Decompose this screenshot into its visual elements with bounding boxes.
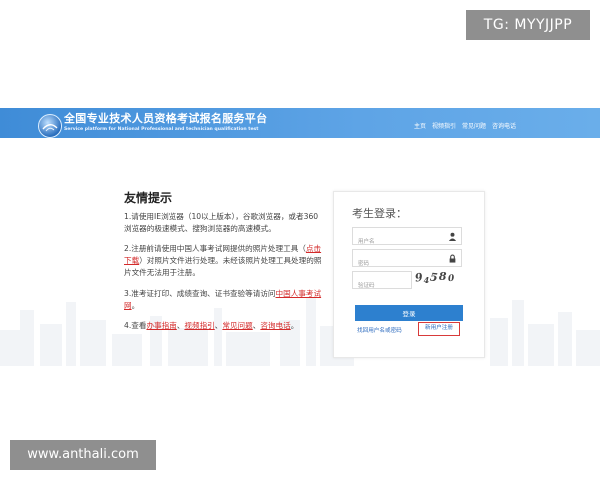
site-title: 全国专业技术人员资格考试报名服务平台 bbox=[64, 112, 268, 125]
tip-3-text-a: 3.准考证打印、成绩查询、证书查验等请访问 bbox=[124, 289, 276, 298]
nav-hotline[interactable]: 咨询电话 bbox=[492, 121, 516, 130]
tip-4: 4.查看办事指南、视频指引、常见问题、咨询电话。 bbox=[124, 320, 324, 332]
top-nav: 主页 视频指引 常见问题 咨询电话 bbox=[414, 121, 516, 130]
faq-link[interactable]: 常见问题 bbox=[222, 321, 252, 330]
password-field bbox=[352, 249, 462, 272]
tip-3: 3.准考证打印、成绩查询、证书查验等请访问中国人事考试网。 bbox=[124, 288, 324, 312]
tip-2-text-b: ）对照片文件进行处理。未经该照片处理工具处理的照片文件无法用于注册。 bbox=[124, 256, 322, 277]
guide-link[interactable]: 办事指南 bbox=[146, 321, 176, 330]
video-guide-link[interactable]: 视频指引 bbox=[184, 321, 214, 330]
tips-title: 友情提示 bbox=[124, 191, 173, 205]
nav-faq[interactable]: 常见问题 bbox=[462, 121, 486, 130]
tip-2-text-a: 2.注册前请使用中国人事考试网提供的照片处理工具（ bbox=[124, 244, 306, 253]
lock-icon bbox=[449, 254, 456, 263]
login-title: 考生登录： bbox=[352, 207, 407, 220]
logo-icon bbox=[38, 114, 62, 138]
site-subtitle: Service platform for National Profession… bbox=[64, 127, 259, 132]
tip-1: 1.请使用IE浏览器（10以上版本），谷歌浏览器，或者360浏览器的极速模式、搜… bbox=[124, 212, 319, 233]
register-link[interactable]: 新用户注册 bbox=[418, 322, 460, 336]
username-input[interactable] bbox=[353, 234, 443, 250]
nav-home[interactable]: 主页 bbox=[414, 121, 426, 130]
captcha-field bbox=[352, 271, 412, 294]
user-icon bbox=[448, 232, 457, 241]
tip-4-text-a: 4.查看 bbox=[124, 321, 147, 330]
username-field bbox=[352, 227, 462, 250]
tip-2: 2.注册前请使用中国人事考试网提供的照片处理工具（点击下载）对照片文件进行处理。… bbox=[124, 243, 324, 279]
password-input[interactable] bbox=[353, 256, 443, 272]
captcha-image[interactable]: 94580 bbox=[414, 270, 461, 293]
captcha-char: 8 bbox=[438, 270, 448, 283]
captcha-char: 0 bbox=[447, 273, 456, 285]
watermark-bottom: www.anthali.com bbox=[10, 440, 156, 470]
tip-4-text-b: 。 bbox=[290, 321, 299, 330]
nav-video-guide[interactable]: 视频指引 bbox=[432, 121, 456, 130]
forgot-credentials-link[interactable]: 找回用户名或密码 bbox=[357, 326, 402, 334]
hotline-link[interactable]: 咨询电话 bbox=[260, 321, 290, 330]
tip-3-text-b: 。 bbox=[131, 301, 140, 310]
login-button[interactable]: 登录 bbox=[355, 305, 463, 321]
captcha-input[interactable] bbox=[353, 278, 408, 294]
watermark-top: TG: MYYJJPP bbox=[466, 10, 590, 40]
